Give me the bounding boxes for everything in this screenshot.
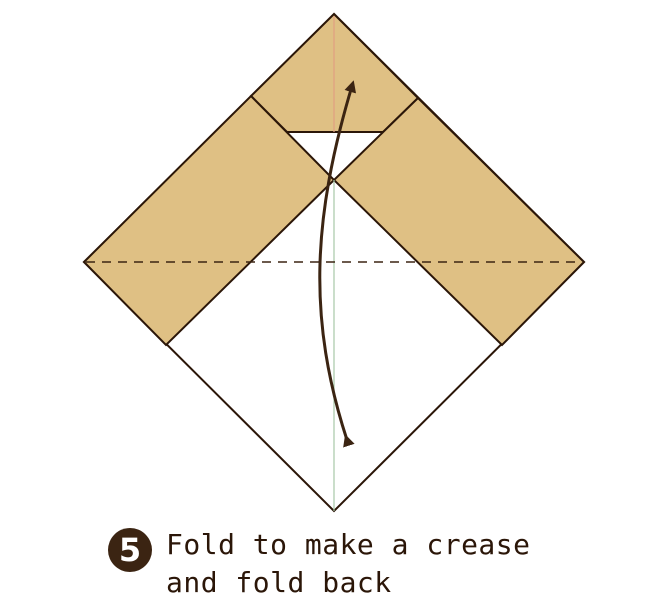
instruction-line-2: and fold back <box>166 566 392 599</box>
instruction-text: Fold to make a crease and fold back <box>166 526 531 602</box>
origami-diagram <box>82 12 586 513</box>
instruction-caption: 5 Fold to make a crease and fold back <box>108 526 531 602</box>
instruction-line-1: Fold to make a crease <box>166 528 531 561</box>
step-number-badge: 5 <box>108 528 152 572</box>
